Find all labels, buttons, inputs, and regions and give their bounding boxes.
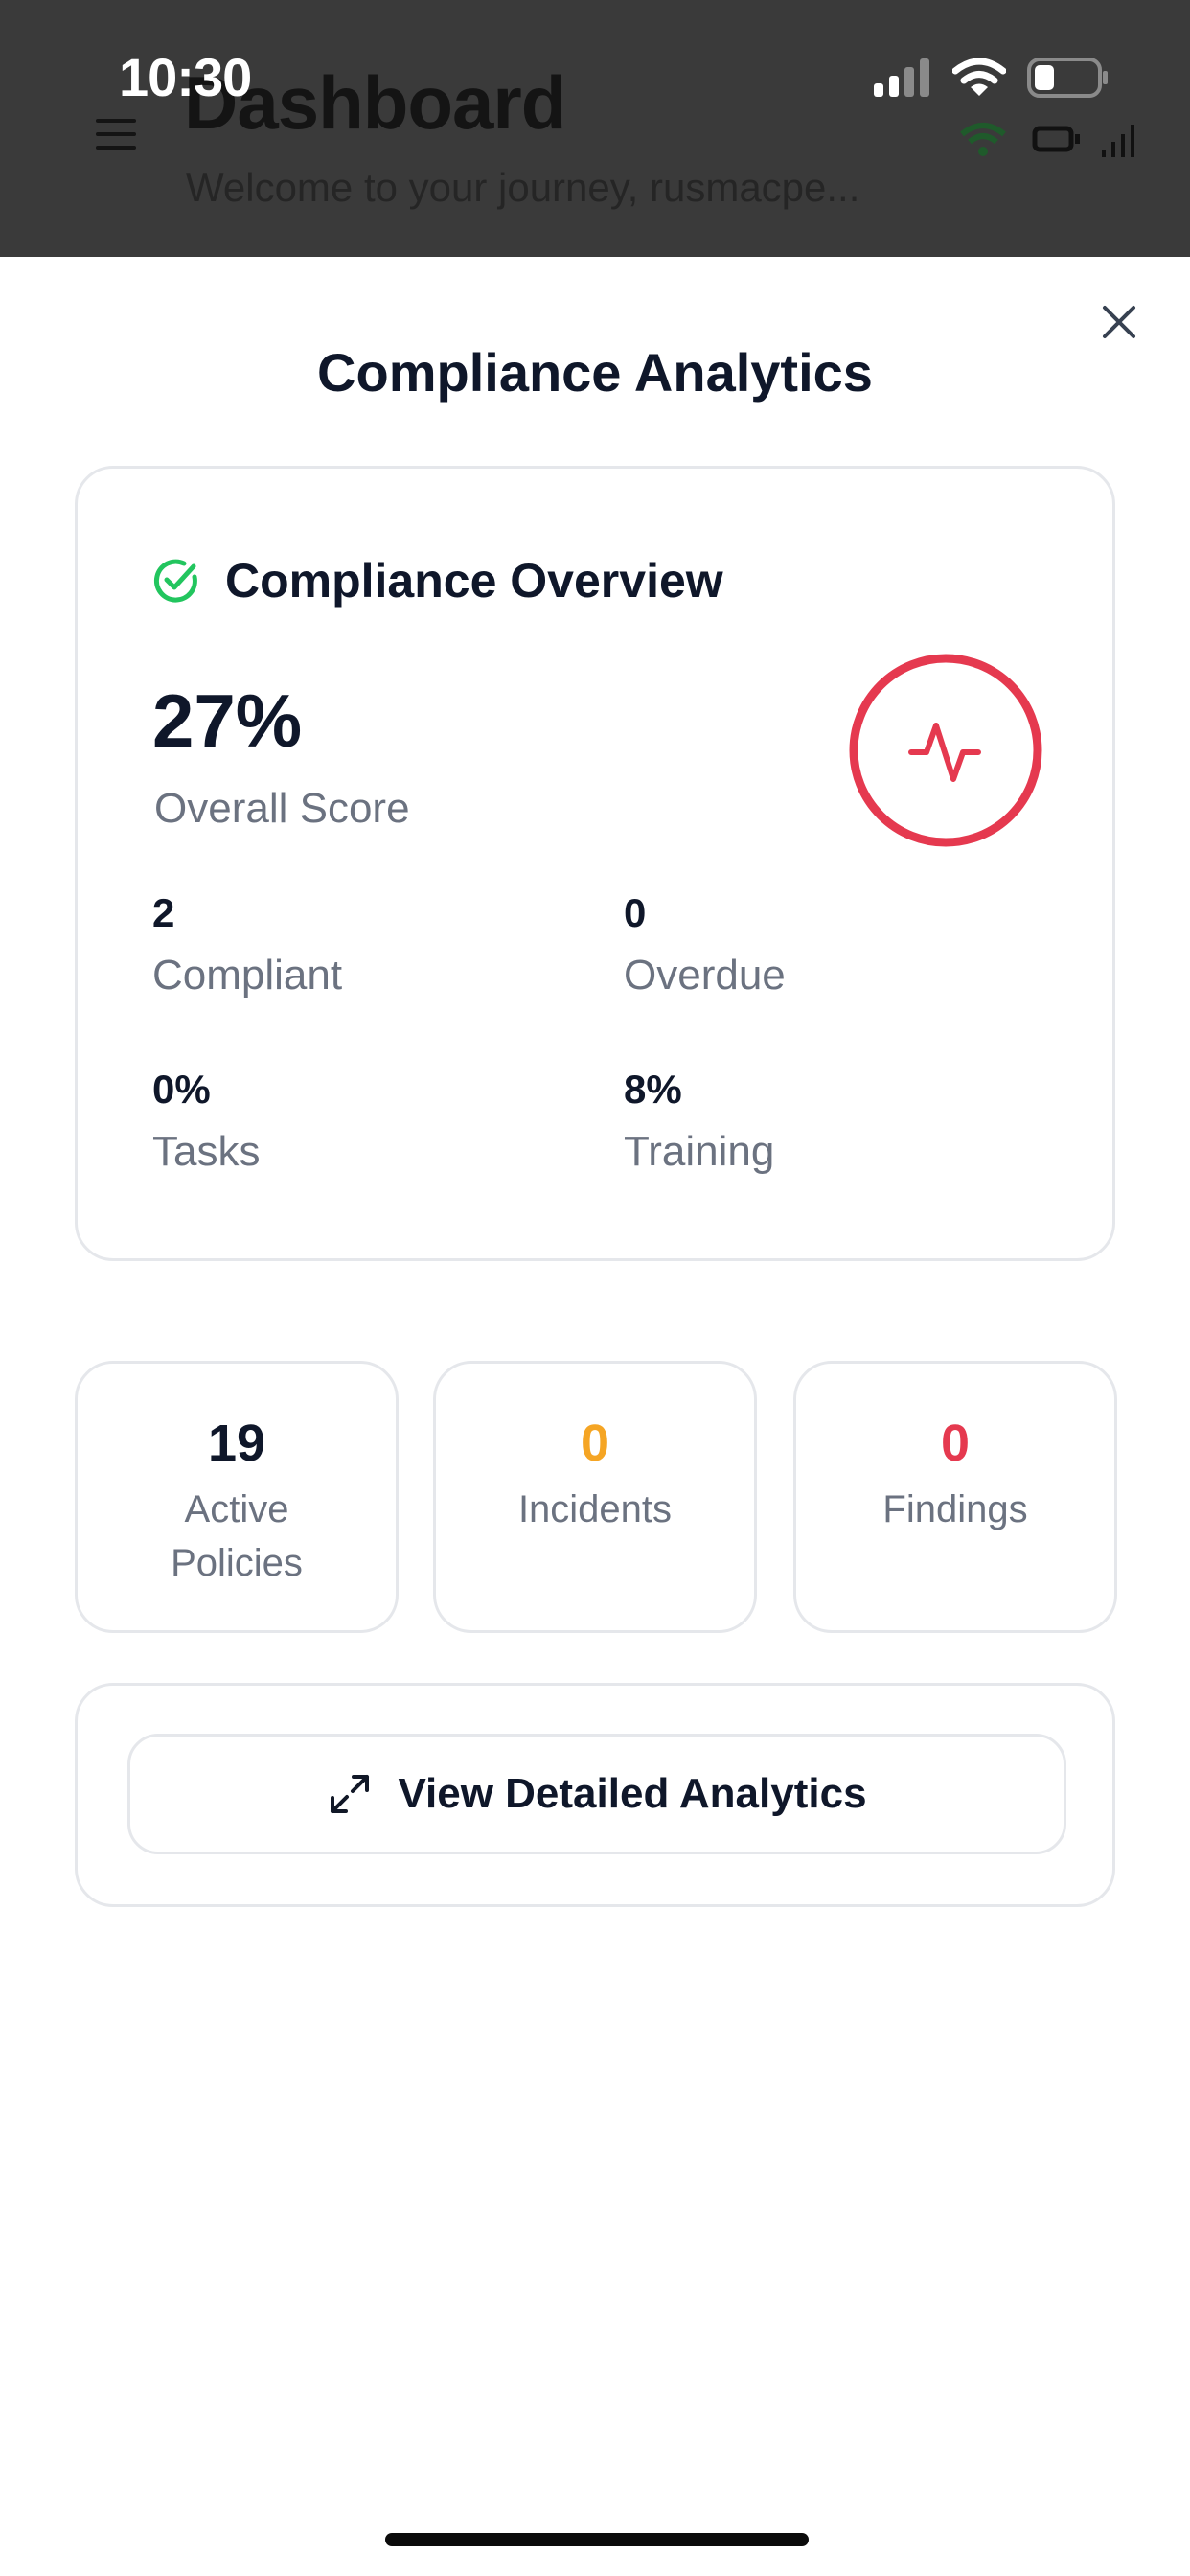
findings-card[interactable]: 0 Findings [793,1361,1117,1633]
stat-value: 0% [152,1067,211,1112]
overall-score-label: Overall Score [154,785,410,832]
overview-title: Compliance Overview [225,554,723,608]
cellular-signal-icon [874,58,929,97]
stat-label: Training [624,1128,775,1175]
stat-overdue: 0 Overdue [624,890,786,1000]
stat-tasks: 0% Tasks [152,1067,260,1176]
stat-compliant: 2 Compliant [152,890,342,1000]
battery-icon [1027,58,1108,98]
overall-score-value: 27% [152,678,303,763]
menu-icon [96,119,136,151]
label-line: Active [184,1488,289,1530]
stat-label: Compliant [152,952,343,999]
stat-training: 8% Training [624,1067,774,1176]
incidents-value: 0 [580,1414,610,1472]
stat-value: 8% [624,1067,682,1112]
stat-value: 0 [624,890,647,935]
stat-label: Overdue [624,952,786,999]
incidents-card[interactable]: 0 Incidents [433,1361,757,1633]
wifi-icon [952,58,1006,96]
expand-icon [331,1775,370,1813]
home-indicator [385,2533,809,2546]
incidents-label: Incidents [517,1488,673,1530]
overview-header: Compliance Overview [152,553,723,609]
sheet-title: Compliance Analytics [317,342,873,402]
compliance-overview-card: Compliance Overview 27% Overall Score 2 … [75,466,1115,1261]
active-policies-card[interactable]: 19 Active Policies [75,1361,399,1633]
check-circle-icon [153,559,197,603]
findings-label: Findings [882,1488,1028,1530]
status-icons [874,58,1110,98]
background-subtitle: Welcome to your journey, rusmacpe... [186,165,860,210]
stat-value: 2 [152,890,175,935]
active-policies-label: Active Policies [78,1483,396,1590]
findings-value: 0 [940,1414,971,1472]
active-policies-value: 19 [207,1414,266,1472]
background-app: Dashboard Welcome to your journey, rusma… [0,0,1190,257]
activity-icon [849,654,1042,847]
background-status-icons [958,117,1150,166]
label-line: Policies [171,1542,303,1584]
compliance-analytics-sheet: Compliance Analytics Compliance Overview… [0,257,1190,2576]
view-detailed-analytics-label: View Detailed Analytics [398,1770,867,1817]
view-detailed-analytics-button[interactable]: View Detailed Analytics [127,1734,1066,1854]
detailed-analytics-card: View Detailed Analytics [75,1683,1115,1907]
close-icon [1103,306,1135,338]
status-time: 10:30 [119,47,252,107]
stat-label: Tasks [152,1128,261,1175]
screen: Dashboard Welcome to your journey, rusma… [0,0,1190,2576]
